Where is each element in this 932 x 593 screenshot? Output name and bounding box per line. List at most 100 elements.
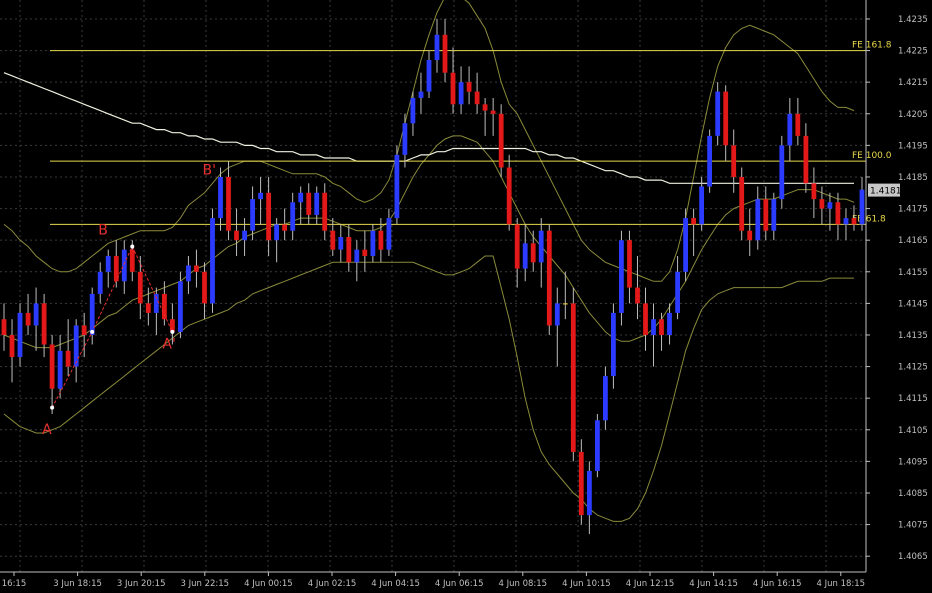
candle-body	[843, 218, 849, 225]
candle-body	[25, 312, 31, 326]
candle-body	[635, 287, 640, 304]
current-price-label: 1.4181	[870, 187, 902, 197]
candle-body	[530, 243, 536, 263]
candle-body	[105, 256, 111, 272]
time-tick-label: 4 Jun 02:15	[308, 579, 357, 589]
candle	[739, 167, 745, 241]
candle-body	[458, 82, 464, 105]
wave-label: B	[98, 223, 108, 239]
candle-body	[587, 470, 592, 516]
candle-body	[466, 82, 472, 92]
candle-body	[619, 240, 624, 313]
candle-body	[314, 192, 320, 215]
candle-body	[178, 281, 183, 332]
candle-body	[699, 186, 704, 225]
candle-body	[354, 249, 360, 263]
candle-body	[627, 240, 632, 288]
candle-body	[723, 91, 729, 146]
candle-body	[17, 312, 23, 358]
candle-body	[546, 230, 552, 326]
candle-body	[33, 303, 39, 326]
candle-body	[194, 265, 199, 272]
candle-body	[811, 183, 817, 200]
time-tick-label: 3 Jun 20:15	[117, 579, 166, 589]
price-chart[interactable]: FE 161.8 FE 100.0 FE 61.8 A B A' B' 1.4235 1.4…	[0, 0, 932, 593]
candle-body	[218, 177, 223, 219]
time-tick-label: 4 Jun 00:15	[244, 579, 293, 589]
candle-body	[434, 34, 440, 61]
time-tick-label: 4 Jun 04:15	[371, 579, 420, 589]
candle-body	[322, 192, 328, 231]
candle-body	[715, 91, 721, 136]
candle-body	[827, 202, 833, 209]
candle-body	[394, 154, 400, 219]
candle-body	[771, 199, 777, 231]
price-tick-label: 1.4085	[898, 489, 928, 499]
candle-body	[89, 293, 95, 335]
price-tick-label: 1.4165	[898, 236, 928, 246]
price-tick-label: 1.4195	[898, 141, 928, 151]
time-tick-label: 4 Jun 18:15	[817, 579, 866, 589]
wave-label: B'	[202, 163, 215, 179]
candle-body	[41, 303, 47, 345]
candle-body	[49, 344, 55, 389]
candle-body	[202, 271, 207, 304]
candle-body	[73, 325, 79, 367]
price-tick-label: 1.4065	[898, 552, 928, 562]
candle-body	[570, 303, 576, 452]
candle-body	[338, 237, 344, 250]
candle-body	[129, 249, 135, 272]
wave-point-marker	[170, 329, 175, 334]
candle-body	[755, 199, 761, 241]
candle-body	[554, 303, 560, 326]
candle-body	[274, 224, 279, 241]
candle-body	[81, 325, 87, 335]
candle-body	[418, 91, 424, 98]
time-tick-label: 4 Jun 08:15	[499, 579, 548, 589]
candle-body	[298, 192, 304, 203]
candle-body	[306, 192, 312, 215]
candle	[707, 129, 712, 193]
price-tick-label: 1.4145	[898, 299, 928, 309]
candle-body	[595, 420, 600, 471]
candle-body	[859, 189, 865, 225]
time-tick-label: 16:15	[2, 579, 27, 589]
candle-body	[514, 224, 520, 269]
candle-body	[819, 199, 825, 209]
candle	[619, 230, 624, 326]
candle-body	[258, 192, 263, 200]
candle-body	[482, 104, 488, 111]
wave-label: A	[42, 422, 52, 438]
candle-body	[667, 312, 672, 335]
candle-body	[739, 177, 745, 231]
fib-level-label: FE 161.8	[852, 41, 892, 51]
candle-body	[763, 199, 769, 231]
candle-body	[683, 218, 688, 272]
candle-body	[691, 218, 696, 225]
price-tick-label: 1.4075	[898, 521, 928, 531]
candle-body	[707, 135, 712, 187]
candle-body	[402, 123, 408, 155]
candle-body	[210, 218, 215, 304]
price-tick-label: 1.4225	[898, 47, 928, 57]
candle-body	[578, 451, 584, 516]
candle	[498, 104, 504, 177]
wave-point-marker	[90, 329, 95, 334]
candle-body	[346, 237, 352, 263]
time-tick-label: 3 Jun 22:15	[181, 579, 230, 589]
price-tick-label: 1.4125	[898, 363, 928, 373]
time-tick-label: 4 Jun 16:15	[753, 579, 802, 589]
candle-body	[835, 202, 841, 225]
candle-body	[121, 249, 127, 282]
time-tick-label: 4 Jun 06:15	[435, 579, 484, 589]
candle-body	[803, 135, 809, 184]
candle-body	[57, 350, 63, 389]
price-tick-label: 1.4135	[898, 331, 928, 341]
wave-label: A'	[162, 336, 175, 352]
candle	[210, 208, 215, 313]
candle-body	[731, 145, 737, 177]
candle-body	[362, 249, 368, 256]
candle	[578, 439, 584, 525]
candle-body	[234, 230, 239, 241]
price-tick-label: 1.4215	[898, 78, 928, 88]
